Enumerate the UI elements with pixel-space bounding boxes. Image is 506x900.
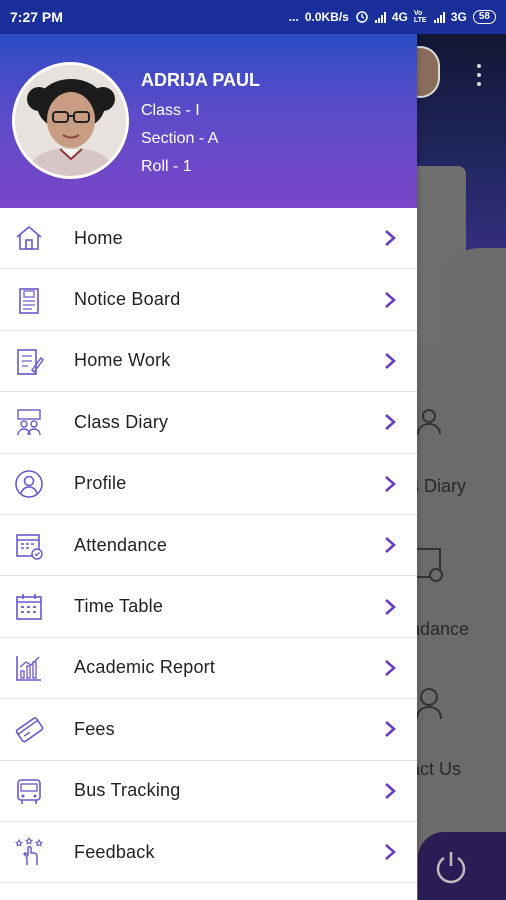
chevron-right-icon xyxy=(385,659,396,676)
signal-icon xyxy=(374,11,386,23)
menu-item-label: Bus Tracking xyxy=(74,780,181,801)
fees-icon xyxy=(15,717,44,743)
network-type-1: 4G xyxy=(391,10,408,24)
menu-item-academic-report[interactable]: Academic Report xyxy=(0,638,417,700)
background-tile-label: s Diary xyxy=(410,476,467,496)
power-icon xyxy=(436,852,466,884)
menu-item-label: Home xyxy=(74,227,123,248)
attendance-icon xyxy=(415,548,443,582)
chevron-right-icon xyxy=(385,598,396,615)
chevron-right-icon xyxy=(385,475,396,492)
avatar[interactable] xyxy=(12,62,129,179)
menu-item-label: Attendance xyxy=(74,534,168,555)
chevron-right-icon xyxy=(385,291,396,308)
student-roll: Roll - 1 xyxy=(141,158,192,175)
background-tile-label: ndance xyxy=(410,619,470,639)
menu-item-fees[interactable]: Fees xyxy=(0,699,417,761)
network-speed: 0.0KB/s xyxy=(304,10,349,24)
menu-item-time-table[interactable]: Time Table xyxy=(0,576,417,638)
student-class: Class - I xyxy=(141,102,200,119)
signal-icon-2 xyxy=(433,11,445,23)
notice-board-icon xyxy=(19,287,39,314)
menu-item-home[interactable]: Home xyxy=(0,208,417,270)
menu-item-label: Academic Report xyxy=(74,657,216,678)
contact-icon xyxy=(416,688,442,720)
menu-item-label: Notice Board xyxy=(74,289,181,310)
chevron-right-icon xyxy=(385,414,396,431)
academic-report-icon xyxy=(16,655,41,681)
feedback-icon xyxy=(14,837,44,866)
profile-icon xyxy=(15,469,43,498)
student-name: ADRIJA PAUL xyxy=(141,70,261,90)
class-diary-icon xyxy=(17,409,41,436)
student-section: Section - A xyxy=(141,130,219,147)
status-icons: ... 0.0KB/s 4G Vo LTE 3G 58 xyxy=(289,9,496,26)
menu-item-label: Profile xyxy=(74,473,127,494)
battery-icon: 58 xyxy=(472,10,496,24)
logout-panel xyxy=(418,832,506,900)
menu-item-home-work[interactable]: Home Work xyxy=(0,331,417,393)
chevron-right-icon xyxy=(385,352,396,369)
chevron-right-icon xyxy=(385,782,396,799)
student-photo xyxy=(15,65,126,176)
drawer-header: ADRIJA PAUL Class - I Section - A Roll -… xyxy=(0,34,417,208)
attendance-icon xyxy=(16,534,43,560)
status-dots: ... xyxy=(288,10,299,24)
network-type-2: 3G xyxy=(450,10,467,24)
overflow-menu-icon xyxy=(472,64,486,86)
menu-item-label: Time Table xyxy=(74,596,164,617)
menu-item-profile[interactable]: Profile xyxy=(0,454,417,515)
alarm-icon xyxy=(355,9,369,26)
chevron-right-icon xyxy=(385,230,396,247)
menu-item-label: Fees xyxy=(74,718,115,739)
menu-item-attendance[interactable]: Attendance xyxy=(0,515,417,577)
drawer-menu: Home Notice Board Home Work Class Diary … xyxy=(0,208,417,884)
status-bar: 7:27 PM ... 0.0KB/s 4G Vo LTE 3G 58 xyxy=(0,0,506,34)
status-time: 7:27 PM xyxy=(10,9,63,25)
menu-item-class-diary[interactable]: Class Diary xyxy=(0,392,417,454)
chevron-right-icon xyxy=(385,844,396,861)
class-diary-icon xyxy=(417,409,441,435)
time-table-icon xyxy=(16,593,42,620)
background-tile-label: act Us xyxy=(410,759,462,779)
menu-item-label: Feedback xyxy=(74,841,155,862)
menu-item-label: Class Diary xyxy=(74,411,169,432)
menu-item-feedback[interactable]: Feedback xyxy=(0,822,417,884)
chevron-right-icon xyxy=(385,537,396,554)
student-photo-image xyxy=(15,65,126,176)
menu-item-bus-tracking[interactable]: Bus Tracking xyxy=(0,761,417,822)
bus-tracking-icon xyxy=(17,778,41,804)
home-icon xyxy=(16,226,42,250)
navigation-drawer: ADRIJA PAUL Class - I Section - A Roll -… xyxy=(0,34,417,900)
menu-item-label: Home Work xyxy=(74,350,171,371)
chevron-right-icon xyxy=(385,721,396,738)
background-panel xyxy=(440,248,506,408)
menu-item-notice-board[interactable]: Notice Board xyxy=(0,269,417,331)
homework-icon xyxy=(17,349,44,375)
volte-label: Vo LTE xyxy=(413,10,427,24)
